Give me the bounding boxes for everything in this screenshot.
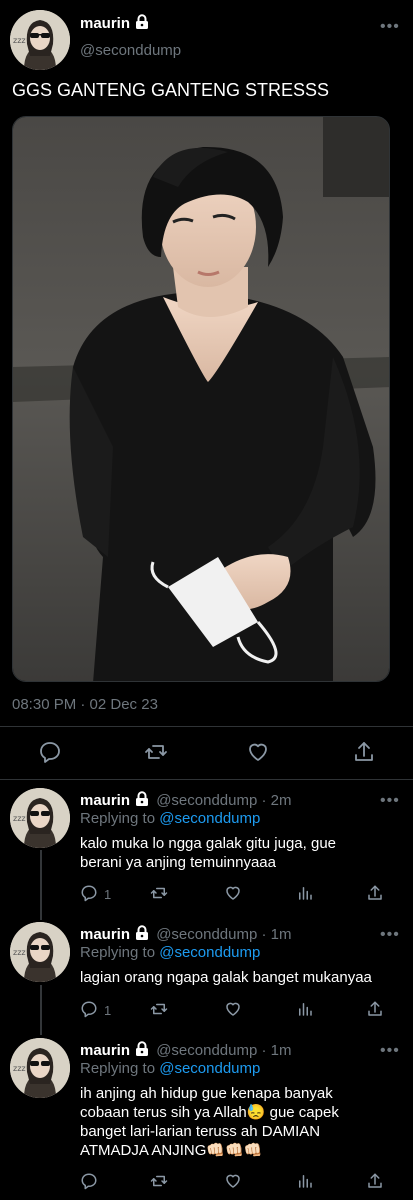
reply-text: ih anjing ah hidup gue kenapa banyak cob… [80,1085,339,1159]
reply-author-handle[interactable]: @seconddump [156,926,257,943]
reply-count: 1 [104,1003,112,1018]
like-icon[interactable] [246,740,270,769]
stats-icon[interactable] [296,884,314,907]
reply-header: maurin @seconddump · 1m [80,925,291,944]
avatar[interactable]: zzz [10,922,70,982]
reply-header: maurin @seconddump · 2m [80,791,291,810]
share-icon[interactable] [366,1172,384,1195]
svg-text:zzz: zzz [13,814,26,823]
replying-to-link[interactable]: @seconddump [159,810,260,827]
thread-line [40,850,42,920]
lock-icon [135,791,149,810]
reply-time: · 1m [261,1042,292,1059]
more-icon[interactable]: ••• [380,926,400,944]
reply-icon [80,1000,98,1021]
svg-text:zzz: zzz [13,1064,26,1073]
share-icon[interactable] [352,740,376,769]
reply-icon[interactable] [38,740,62,769]
reply-author-name[interactable]: maurin [80,792,130,809]
retweet-icon[interactable] [150,1000,168,1023]
reply-icon[interactable] [80,1172,98,1195]
replying-to-label: Replying to [80,1060,156,1077]
reply-author-handle[interactable]: @seconddump [156,792,257,809]
lock-icon [135,1041,149,1060]
replying-to-label: Replying to [80,944,156,961]
svg-text:zzz: zzz [13,948,26,957]
more-icon[interactable]: ••• [380,18,400,36]
retweet-icon[interactable] [150,884,168,907]
author-name[interactable]: maurin [80,15,130,32]
reply-count: 1 [104,887,112,902]
author-row: maurin [80,14,149,34]
tweet-photo[interactable] [12,116,390,682]
author-handle[interactable]: @seconddump [80,42,181,59]
more-icon[interactable]: ••• [380,1042,400,1060]
reply-time: · 1m [261,926,292,943]
reply-header: maurin @seconddump · 1m [80,1041,291,1060]
replying-to-link[interactable]: @seconddump [159,944,260,961]
reply-text: lagian orang ngapa galak banget mukanyaa [80,969,372,986]
reply-author-name[interactable]: maurin [80,1042,130,1059]
replying-to-link[interactable]: @seconddump [159,1060,260,1077]
avatar[interactable]: zzz [10,1038,70,1098]
tweet-timestamp: 08:30 PM · 02 Dec 23 [12,696,158,713]
retweet-icon[interactable] [144,740,168,769]
replying-to: Replying to @seconddump [80,944,260,961]
share-icon[interactable] [366,884,384,907]
thread-line [40,985,42,1035]
reply-author-name[interactable]: maurin [80,926,130,943]
replying-to: Replying to @seconddump [80,810,260,827]
lock-icon [135,14,149,34]
tweet-text: GGS GANTENG GANTENG STRESSS [12,80,330,100]
divider [0,779,413,780]
lock-icon [135,925,149,944]
replying-to: Replying to @seconddump [80,1060,260,1077]
more-icon[interactable]: ••• [380,792,400,810]
stats-icon[interactable] [296,1172,314,1195]
reply-button[interactable]: 1 [80,884,111,905]
svg-text:zzz: zzz [13,36,26,45]
avatar[interactable]: zzz [10,10,70,70]
stats-icon[interactable] [296,1000,314,1023]
retweet-icon[interactable] [150,1172,168,1195]
reply-icon [80,884,98,905]
avatar[interactable]: zzz [10,788,70,848]
divider [0,726,413,727]
share-icon[interactable] [366,1000,384,1023]
replying-to-label: Replying to [80,810,156,827]
like-icon[interactable] [224,1172,242,1195]
reply-time: · 2m [261,792,292,809]
reply-author-handle[interactable]: @seconddump [156,1042,257,1059]
like-icon[interactable] [224,884,242,907]
reply-text: kalo muka lo ngga galak gitu juga, gue b… [80,835,337,871]
like-icon[interactable] [224,1000,242,1023]
reply-button[interactable]: 1 [80,1000,111,1021]
